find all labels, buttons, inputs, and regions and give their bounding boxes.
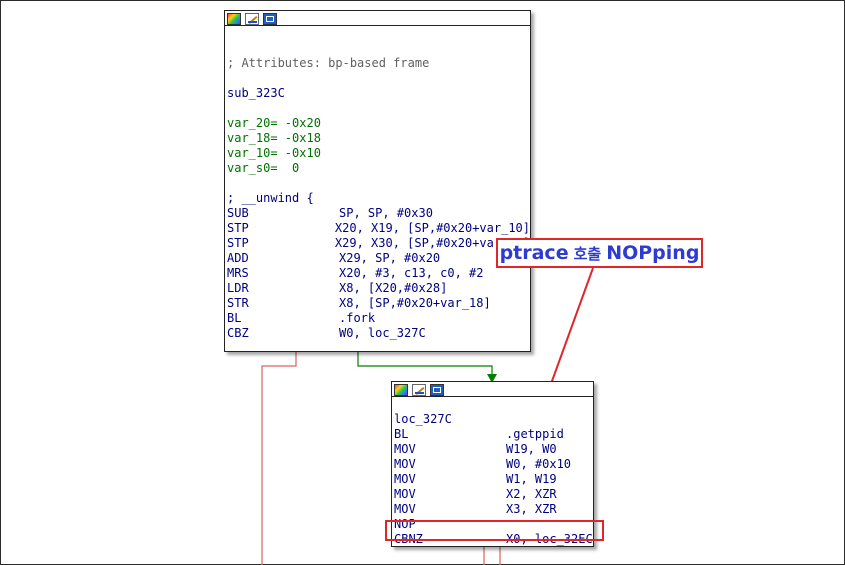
mnemonic: MOV xyxy=(394,472,416,486)
operands[interactable]: W0, #0x10 xyxy=(506,457,571,472)
mnemonic: BL xyxy=(227,311,242,325)
operands[interactable]: .getppid xyxy=(506,427,564,442)
edge-false-branch xyxy=(261,351,297,565)
mnemonic: MOV xyxy=(394,457,416,471)
edge-true-branch xyxy=(357,351,493,376)
operands[interactable]: X2, XZR xyxy=(506,487,557,502)
label-line: ; __unwind { xyxy=(227,191,530,206)
comment-text: ; Attributes: bp-based frame xyxy=(227,56,430,70)
instruction-line: STP X20, X19, [SP,#0x20+var_10] xyxy=(227,221,530,236)
mnemonic: BL xyxy=(394,427,409,441)
var-text: var_20= -0x20 xyxy=(227,116,321,130)
mnemonic: LDR xyxy=(227,281,249,295)
graph-overview-icon[interactable] xyxy=(263,13,277,25)
operands[interactable]: X8, [X20,#0x28] xyxy=(339,281,447,296)
operands[interactable]: X8, [SP,#0x20+var_18] xyxy=(339,296,491,311)
node-toolbar xyxy=(392,382,593,397)
color-palette-icon[interactable] xyxy=(394,384,408,396)
var-text: var_10= -0x10 xyxy=(227,146,321,160)
var-text: var_s0= 0 xyxy=(227,161,300,175)
mnemonic: MOV xyxy=(394,502,416,516)
mnemonic: SUB xyxy=(227,206,249,220)
operands[interactable]: W0, loc_327C xyxy=(339,326,426,341)
instruction-line: CBZ W0, loc_327C xyxy=(227,326,530,341)
var-line: var_18= -0x18 xyxy=(227,131,530,146)
instruction-line: STP X29, X30, [SP,#0x20+var_s0] xyxy=(227,236,530,251)
operands[interactable]: W19, W0 xyxy=(506,442,557,457)
edit-pencil-icon[interactable] xyxy=(245,13,259,25)
mnemonic: STP xyxy=(227,236,249,250)
instruction-line: SUB SP, SP, #0x30 xyxy=(227,206,530,221)
operands[interactable]: W1, W19 xyxy=(506,472,557,487)
instruction-line: MOV W1, W19 xyxy=(394,472,593,487)
instruction-line: BL .getppid xyxy=(394,427,593,442)
comment-line: ; Attributes: bp-based frame xyxy=(227,56,530,71)
instruction-line: BL .fork xyxy=(227,311,530,326)
instruction-line: MOV W19, W0 xyxy=(394,442,593,457)
label-text[interactable]: sub_323C xyxy=(227,86,285,101)
var-line: var_s0= 0 xyxy=(227,161,530,176)
instruction-line: MOV X3, XZR xyxy=(394,502,593,517)
var-line: var_10= -0x10 xyxy=(227,146,530,161)
instruction-line: MOV X2, XZR xyxy=(394,487,593,502)
operands[interactable]: X20, X19, [SP,#0x20+var_10] xyxy=(335,221,530,236)
mnemonic: MRS xyxy=(227,266,249,280)
annotation-callout: ptrace 호출 NOPping xyxy=(496,238,703,268)
label-line: loc_327C xyxy=(394,412,593,427)
instruction-line: STR X8, [SP,#0x20+var_18] xyxy=(227,296,530,311)
var-line: var_20= -0x20 xyxy=(227,116,530,131)
mnemonic: MOV xyxy=(394,442,416,456)
code-block-sub-323c[interactable]: ; Attributes: bp-based frame sub_323C var_… xyxy=(224,10,531,352)
label-text[interactable]: ; __unwind { xyxy=(227,191,314,206)
operands[interactable]: X3, XZR xyxy=(506,502,557,517)
label-text[interactable]: loc_327C xyxy=(394,412,452,427)
instruction-line: LDR X8, [X20,#0x28] xyxy=(227,281,530,296)
color-palette-icon[interactable] xyxy=(227,13,241,25)
edit-pencil-icon[interactable] xyxy=(412,384,426,396)
instruction-line: MOV W0, #0x10 xyxy=(394,457,593,472)
node-toolbar xyxy=(225,11,530,26)
var-text: var_18= -0x18 xyxy=(227,131,321,145)
operands[interactable]: .fork xyxy=(339,311,375,326)
instruction-line: MRS X20, #3, c13, c0, #2 xyxy=(227,266,530,281)
mnemonic: MOV xyxy=(394,487,416,501)
mnemonic: CBZ xyxy=(227,326,249,340)
graph-overview-icon[interactable] xyxy=(430,384,444,396)
operands[interactable]: SP, SP, #0x30 xyxy=(339,206,433,221)
callout-nopping: NOPping xyxy=(606,242,700,264)
mnemonic: STR xyxy=(227,296,249,310)
mnemonic: STP xyxy=(227,221,249,235)
node1-disassembly: ; Attributes: bp-based frame sub_323C var_… xyxy=(225,26,530,341)
instruction-line: ADD X29, SP, #0x20 xyxy=(227,251,530,266)
label-line: sub_323C xyxy=(227,86,530,101)
callout-call: 호출 xyxy=(573,244,602,263)
callout-ptrace: ptrace xyxy=(499,242,569,264)
nop-highlight-box xyxy=(385,520,604,541)
operands[interactable]: X29, SP, #0x20 xyxy=(339,251,440,266)
mnemonic: ADD xyxy=(227,251,249,265)
operands[interactable]: X20, #3, c13, c0, #2 xyxy=(339,266,484,281)
